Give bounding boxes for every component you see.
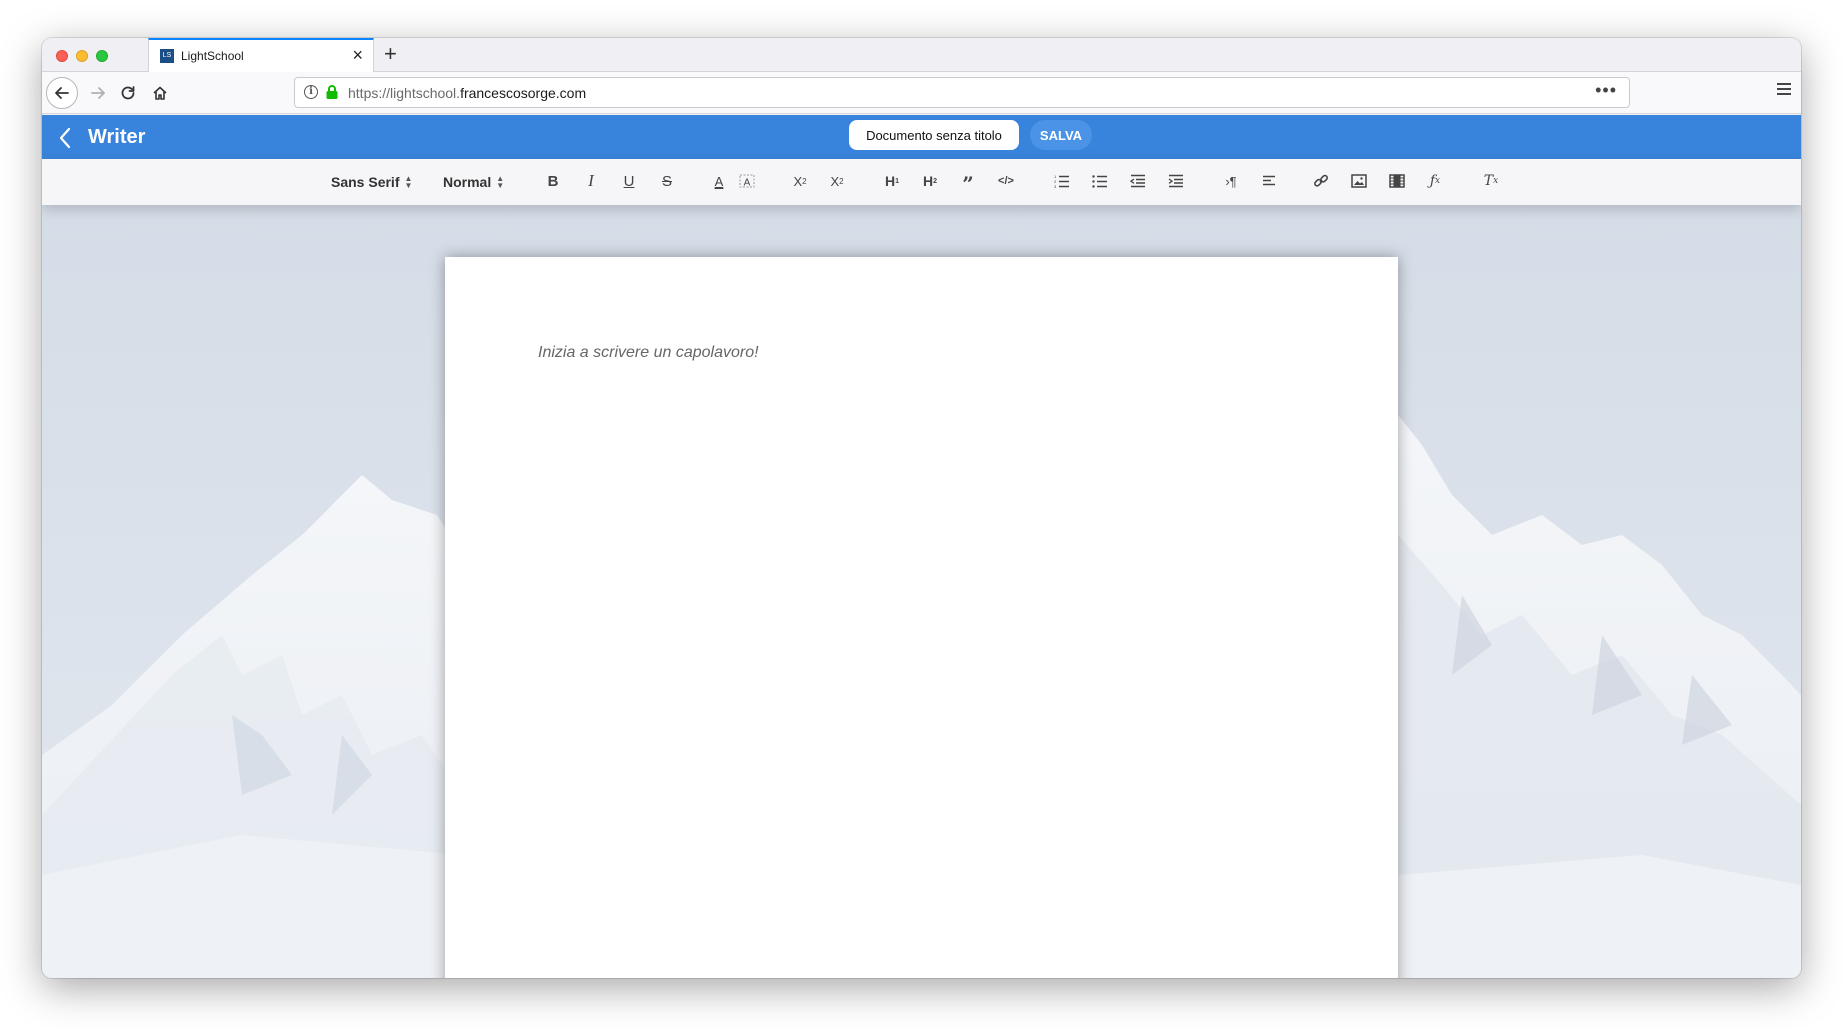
align-left-icon[interactable] xyxy=(1256,169,1282,193)
tab-strip: LS LightSchool × + xyxy=(42,38,1801,73)
svg-text:3: 3 xyxy=(1054,184,1057,188)
url-text: https://lightschool.francescosorge.com xyxy=(348,85,587,101)
strikethrough-icon[interactable]: S xyxy=(654,169,680,193)
document-title-field[interactable]: Documento senza titolo xyxy=(849,120,1019,150)
lock-icon xyxy=(326,85,338,99)
font-select-value: Sans Serif xyxy=(331,174,400,190)
chevron-left-icon[interactable] xyxy=(56,126,74,150)
size-select[interactable]: Normal ▲ ▼ xyxy=(443,174,504,190)
editor-placeholder[interactable]: Inizia a scrivere un capolavoro! xyxy=(538,344,759,362)
arrow-right-icon xyxy=(91,87,105,99)
italic-icon[interactable]: I xyxy=(578,169,604,193)
heading-2-icon[interactable]: H2 xyxy=(917,169,943,193)
reload-button[interactable] xyxy=(112,77,144,109)
app-title: Writer xyxy=(88,126,146,148)
font-select[interactable]: Sans Serif ▲ ▼ xyxy=(331,174,412,190)
back-button[interactable] xyxy=(46,77,78,109)
outdent-icon[interactable] xyxy=(1125,169,1151,193)
formula-icon[interactable]: ƒx xyxy=(1422,169,1448,193)
page-actions-icon[interactable]: ••• xyxy=(1595,80,1617,101)
size-select-value: Normal xyxy=(443,174,492,190)
reload-icon xyxy=(121,86,135,100)
browser-tab[interactable]: LS LightSchool × xyxy=(148,38,374,73)
menu-icon[interactable] xyxy=(1777,83,1791,95)
indent-icon[interactable] xyxy=(1163,169,1189,193)
underline-icon[interactable]: U xyxy=(616,169,642,193)
heading-1-icon[interactable]: H1 xyxy=(879,169,905,193)
save-button[interactable]: SALVA xyxy=(1030,120,1092,150)
select-arrows-icon: ▲ ▼ xyxy=(496,174,505,190)
bullet-list-icon[interactable] xyxy=(1087,169,1113,193)
url-bar[interactable]: i https://lightschool.francescosorge.com… xyxy=(294,77,1630,108)
new-tab-icon[interactable]: + xyxy=(384,42,397,66)
link-icon[interactable] xyxy=(1308,169,1334,193)
ordered-list-icon[interactable]: 123 xyxy=(1049,169,1075,193)
browser-window: LS LightSchool × + i https://lightschool… xyxy=(42,38,1801,978)
text-color-icon[interactable]: A xyxy=(706,169,732,193)
lightschool-favicon-icon: LS xyxy=(160,49,174,63)
superscript-icon[interactable]: X2 xyxy=(824,169,850,193)
close-window-button[interactable] xyxy=(56,50,68,62)
app-header: Writer Documento senza titolo SALVA xyxy=(42,115,1801,159)
forward-button[interactable] xyxy=(82,77,114,109)
bold-icon[interactable]: B xyxy=(540,169,566,193)
select-arrows-icon: ▲ ▼ xyxy=(404,174,413,190)
navigation-bar: i https://lightschool.francescosorge.com… xyxy=(42,72,1801,114)
maximize-window-button[interactable] xyxy=(96,50,108,62)
text-direction-icon[interactable]: ›¶ xyxy=(1218,169,1244,193)
arrow-left-icon xyxy=(55,87,69,99)
editor-toolbar: Sans Serif ▲ ▼ Normal ▲ ▼ B I U S A A X2 X… xyxy=(42,159,1801,205)
tab-title: LightSchool xyxy=(181,49,244,63)
document-page[interactable]: Inizia a scrivere un capolavoro! xyxy=(445,257,1398,978)
background-color-icon[interactable]: A xyxy=(734,169,760,193)
image-icon[interactable] xyxy=(1346,169,1372,193)
clear-formatting-icon[interactable]: Tx xyxy=(1478,169,1504,193)
code-block-icon[interactable]: </> xyxy=(993,169,1019,193)
tab-close-icon[interactable]: × xyxy=(352,45,363,65)
blockquote-icon[interactable]: ” xyxy=(955,169,981,196)
svg-text:A: A xyxy=(744,178,751,189)
info-icon[interactable]: i xyxy=(304,85,318,99)
web-page: Writer Documento senza titolo SALVA Sans… xyxy=(42,115,1801,978)
subscript-icon[interactable]: X2 xyxy=(787,169,813,193)
video-icon[interactable] xyxy=(1384,169,1410,193)
minimize-window-button[interactable] xyxy=(76,50,88,62)
home-button[interactable] xyxy=(144,77,176,109)
home-icon xyxy=(153,86,167,100)
